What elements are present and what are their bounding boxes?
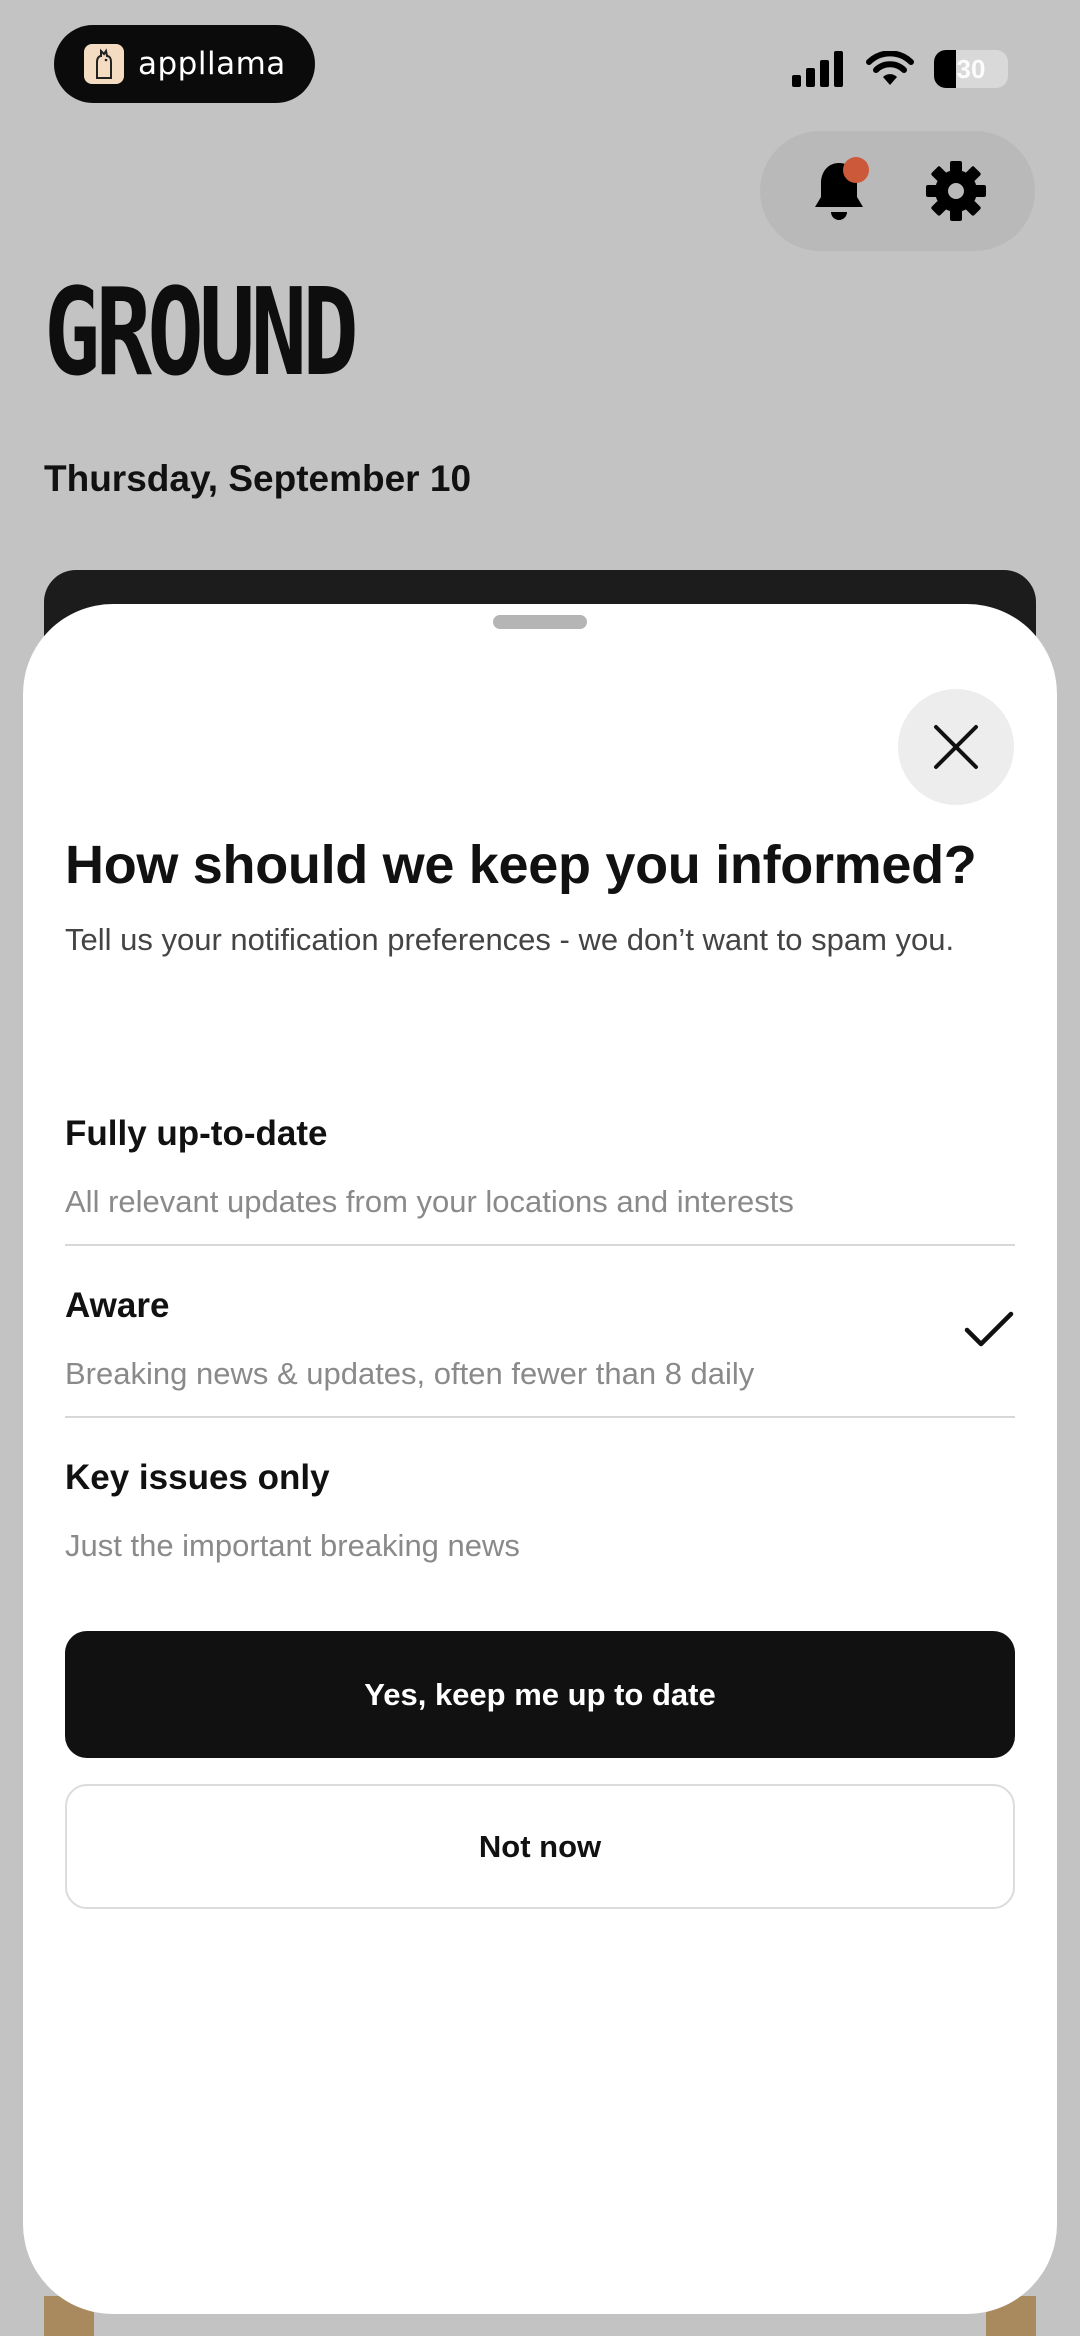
notification-options: Fully up-to-date All relevant updates fr… [65,1074,1015,1590]
battery-icon: 30 [934,50,1008,88]
settings-button[interactable] [916,151,996,231]
notification-dot [842,157,869,183]
option-fully-up-to-date[interactable]: Fully up-to-date All relevant updates fr… [65,1074,1015,1246]
option-aware[interactable]: Aware Breaking news & updates, often few… [65,1246,1015,1418]
cellular-signal-icon [792,51,843,87]
close-icon [934,725,978,769]
not-now-button[interactable]: Not now [65,1784,1015,1909]
app-badge-name: appllama [138,46,286,82]
option-description: Breaking news & updates, often fewer tha… [65,1356,755,1391]
app-wordmark: GROUND [44,264,359,403]
option-label: Key issues only [65,1458,330,1497]
close-button[interactable] [898,689,1014,805]
current-date: Thursday, September 10 [44,458,472,499]
option-label: Aware [65,1286,170,1325]
option-key-issues-only[interactable]: Key issues only Just the important break… [65,1418,1015,1590]
sheet-subtitle: Tell us your notification preferences - … [65,922,955,957]
option-description: All relevant updates from your locations… [65,1184,794,1219]
sheet-title: How should we keep you informed? [65,835,977,895]
wifi-icon [866,51,914,85]
status-icons: 30 [792,50,1008,88]
option-description: Just the important breaking news [65,1528,520,1563]
notification-preferences-sheet: How should we keep you informed? Tell us… [23,604,1057,2314]
notifications-button[interactable] [799,151,879,231]
option-label: Fully up-to-date [65,1114,328,1153]
battery-level: 30 [956,53,986,84]
header-actions [760,131,1035,251]
checkmark-icon [964,1311,1014,1347]
app-badge[interactable]: appllama [54,25,315,103]
confirm-button[interactable]: Yes, keep me up to date [65,1631,1015,1758]
llama-logo-icon [84,44,124,84]
gear-icon [926,161,987,221]
sheet-grabber[interactable] [493,615,587,629]
